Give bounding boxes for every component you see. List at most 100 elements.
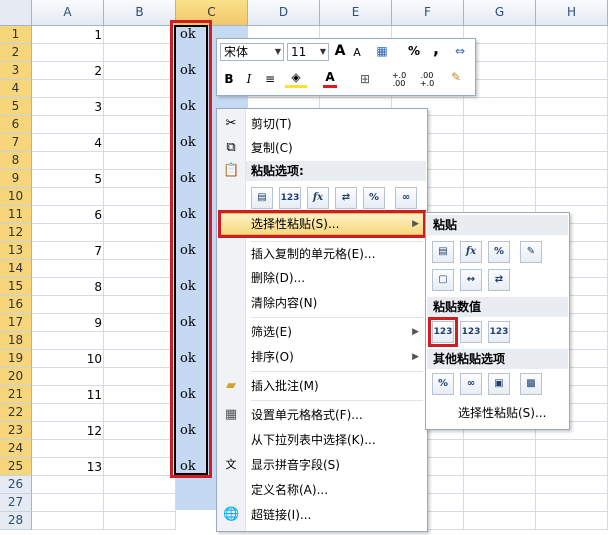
paste-button[interactable]: ▤ [251,187,273,209]
cell[interactable] [32,404,104,422]
cell[interactable] [536,188,608,206]
row-header[interactable]: 26 [0,476,32,494]
column-header-d[interactable]: D [248,0,320,26]
cell[interactable] [536,62,608,80]
cell[interactable] [104,170,176,188]
menu-item-filter[interactable]: 筛选(E) ▶ [217,321,427,343]
cell[interactable] [104,494,176,512]
cell-a-value[interactable]: 8 [32,278,102,296]
cell[interactable] [536,80,608,98]
menu-item-copy[interactable]: ⧉ 复制(C) [217,137,427,159]
cell[interactable] [104,80,176,98]
cell[interactable] [464,134,536,152]
row-header[interactable]: 21 [0,386,32,404]
merge-center-icon[interactable]: ⇔ [451,43,469,59]
cell[interactable] [536,476,608,494]
row-header[interactable]: 13 [0,242,32,260]
values-source-formatting-button[interactable]: 123 [488,321,510,343]
cell-a-value[interactable]: 11 [32,386,102,404]
keep-column-widths-button[interactable]: ↔ [460,269,482,291]
cell[interactable] [104,224,176,242]
font-name-combo[interactable]: 宋体 ▼ [220,43,284,61]
row-header[interactable]: 6 [0,116,32,134]
cell[interactable] [104,476,176,494]
cell[interactable] [464,476,536,494]
cell[interactable] [536,44,608,62]
column-header-f[interactable]: F [392,0,464,26]
font-color-icon[interactable]: A [323,69,337,88]
cell[interactable] [104,512,176,530]
menu-item-define-name[interactable]: 定义名称(A)... [217,479,427,501]
row-header[interactable]: 2 [0,44,32,62]
cell[interactable] [464,98,536,116]
menu-item-cut[interactable]: ✂ 剪切(T) [217,113,427,135]
paste-link-button[interactable]: ∞ [395,187,417,209]
cell[interactable] [536,116,608,134]
picture-button[interactable]: ▣ [488,373,510,395]
cell[interactable] [536,26,608,44]
column-header-g[interactable]: G [464,0,536,26]
cell-a-value[interactable]: 10 [32,350,102,368]
cell[interactable] [464,116,536,134]
cell[interactable] [104,116,176,134]
menu-item-format-cells[interactable]: ▦ 设置单元格格式(F)... [217,404,427,426]
cell[interactable] [464,440,536,458]
row-header[interactable]: 16 [0,296,32,314]
row-header[interactable]: 3 [0,62,32,80]
cell[interactable] [104,296,176,314]
cell[interactable] [464,512,536,530]
row-header[interactable]: 18 [0,332,32,350]
transpose-button[interactable]: ⇄ [488,269,510,291]
cell[interactable] [536,152,608,170]
row-header[interactable]: 15 [0,278,32,296]
cell-a-value[interactable]: 5 [32,170,102,188]
shrink-font-icon[interactable]: A [351,45,363,61]
column-header-b[interactable]: B [104,0,176,26]
row-header[interactable]: 28 [0,512,32,530]
paste-formatting-button[interactable]: % [363,187,385,209]
column-header-a[interactable]: A [32,0,104,26]
cell[interactable] [104,188,176,206]
cell[interactable] [536,440,608,458]
table-style-icon[interactable]: ▦ [371,43,393,59]
column-header-h[interactable]: H [536,0,608,26]
cell-a-value[interactable]: 2 [32,62,102,80]
cell[interactable] [536,512,608,530]
row-header[interactable]: 20 [0,368,32,386]
linked-picture-button[interactable]: ▩ [520,373,542,395]
cell[interactable] [104,404,176,422]
cell[interactable] [104,386,176,404]
cell-a-value[interactable]: 6 [32,206,102,224]
menu-item-clear-contents[interactable]: 清除内容(N) [217,292,427,314]
italic-button[interactable]: I [243,71,255,87]
cell[interactable] [32,116,104,134]
grow-font-icon[interactable]: A [333,43,347,59]
row-header[interactable]: 4 [0,80,32,98]
cell[interactable] [32,476,104,494]
cell[interactable] [104,458,176,476]
paste-formulas-button[interactable]: fx [460,241,482,263]
cell[interactable] [464,152,536,170]
cell[interactable] [32,188,104,206]
cell[interactable] [536,98,608,116]
row-header[interactable]: 22 [0,404,32,422]
column-header-e[interactable]: E [320,0,392,26]
cell[interactable] [32,44,104,62]
cell[interactable] [32,80,104,98]
cell-a-value[interactable]: 4 [32,134,102,152]
cell-a-value[interactable]: 12 [32,422,102,440]
cell[interactable] [32,440,104,458]
cell-a-value[interactable]: 1 [32,26,102,44]
cell[interactable] [464,458,536,476]
cell[interactable] [32,332,104,350]
cell[interactable] [104,206,176,224]
row-header[interactable]: 10 [0,188,32,206]
cell[interactable] [464,170,536,188]
cell[interactable] [104,44,176,62]
paste-button[interactable]: ▤ [432,241,454,263]
cell[interactable] [104,62,176,80]
keep-source-formatting-button[interactable]: ✎ [520,241,542,263]
cell[interactable] [104,98,176,116]
cell[interactable] [464,188,536,206]
cell-a-value[interactable]: 3 [32,98,102,116]
